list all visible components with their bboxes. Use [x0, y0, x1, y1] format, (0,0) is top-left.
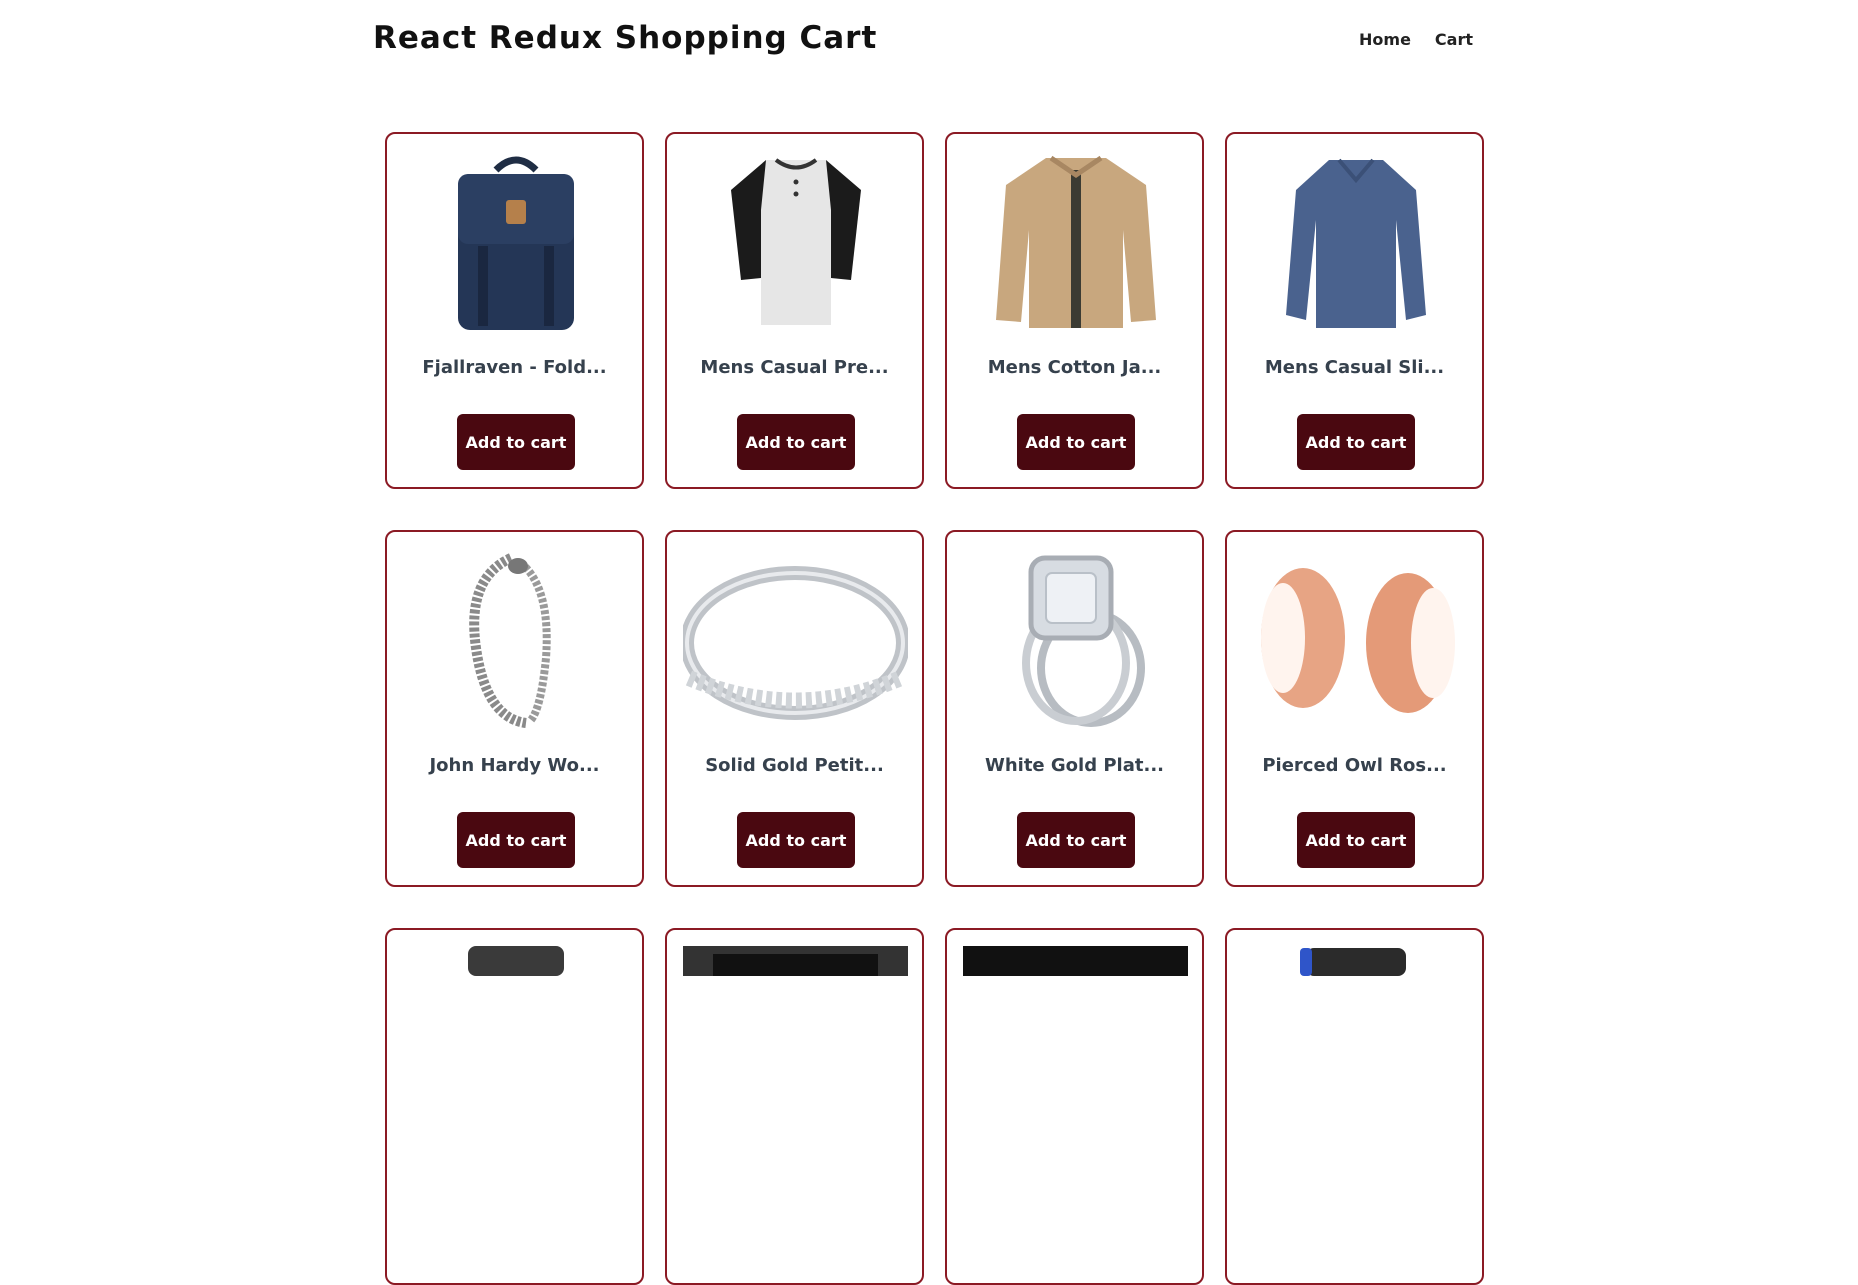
product-card: [665, 928, 924, 1285]
add-to-cart-button[interactable]: Add to cart: [737, 812, 855, 868]
product-image: [403, 548, 628, 730]
product-image: [1243, 946, 1468, 1128]
product-card: Solid Gold Petit... Add to cart: [665, 530, 924, 887]
add-to-cart-button[interactable]: Add to cart: [737, 414, 855, 470]
add-to-cart-button[interactable]: Add to cart: [1017, 812, 1135, 868]
long-sleeve-shirt-icon: [1285, 158, 1426, 328]
game-drive-icon: [1299, 948, 1406, 976]
product-name: Mens Casual Sli...: [1264, 357, 1445, 378]
product-name: Mens Cotton Ja...: [987, 357, 1162, 378]
rose-gold-plugs-icon: [1261, 568, 1455, 713]
product-image: [1243, 548, 1468, 730]
raglan-tshirt-icon: [730, 158, 861, 325]
cotton-jacket-icon: [995, 155, 1156, 328]
backpack-icon: [457, 156, 574, 330]
product-image: [963, 548, 1188, 730]
product-image: [963, 946, 1188, 1128]
add-to-cart-button[interactable]: Add to cart: [457, 414, 575, 470]
product-card: Pierced Owl Ros... Add to cart: [1225, 530, 1484, 887]
product-name: Mens Casual Pre...: [700, 357, 889, 378]
hard-drive-icon: [467, 946, 564, 976]
product-name: Pierced Owl Ros...: [1262, 755, 1447, 776]
product-card: Mens Cotton Ja... Add to cart: [945, 132, 1204, 489]
product-name: White Gold Plat...: [984, 755, 1164, 776]
product-image: [963, 150, 1188, 332]
ssd-black-icon: [963, 946, 1188, 976]
product-name: John Hardy Wo...: [429, 755, 600, 776]
product-image: [403, 150, 628, 332]
product-card: [1225, 928, 1484, 1285]
product-image: [683, 946, 908, 1128]
ssd-icon: [683, 946, 908, 976]
nav-home-link[interactable]: Home: [1359, 30, 1411, 49]
gold-band-ring-icon: [683, 566, 908, 720]
product-card: White Gold Plat... Add to cart: [945, 530, 1204, 887]
product-card: Mens Casual Sli... Add to cart: [1225, 132, 1484, 489]
add-to-cart-button[interactable]: Add to cart: [1297, 414, 1415, 470]
add-to-cart-button[interactable]: Add to cart: [457, 812, 575, 868]
add-to-cart-button[interactable]: Add to cart: [1017, 414, 1135, 470]
product-name: Solid Gold Petit...: [705, 755, 884, 776]
site-header: React Redux Shopping Cart Home Cart: [373, 0, 1473, 80]
main-nav: Home Cart: [1359, 30, 1473, 49]
product-card: [945, 928, 1204, 1285]
product-card: [385, 928, 644, 1285]
site-title: React Redux Shopping Cart: [373, 20, 878, 56]
chain-bracelet-icon: [468, 553, 551, 728]
product-name: Fjallraven - Fold...: [422, 357, 607, 378]
diamond-ring-icon: [1021, 555, 1145, 727]
product-image: [683, 150, 908, 332]
product-card: Fjallraven - Fold... Add to cart: [385, 132, 644, 489]
product-image: [1243, 150, 1468, 332]
product-image: [403, 946, 628, 1128]
nav-cart-link[interactable]: Cart: [1435, 30, 1473, 49]
add-to-cart-button[interactable]: Add to cart: [1297, 812, 1415, 868]
product-image: [683, 548, 908, 730]
product-card: Mens Casual Pre... Add to cart: [665, 132, 924, 489]
product-card: John Hardy Wo... Add to cart: [385, 530, 644, 887]
